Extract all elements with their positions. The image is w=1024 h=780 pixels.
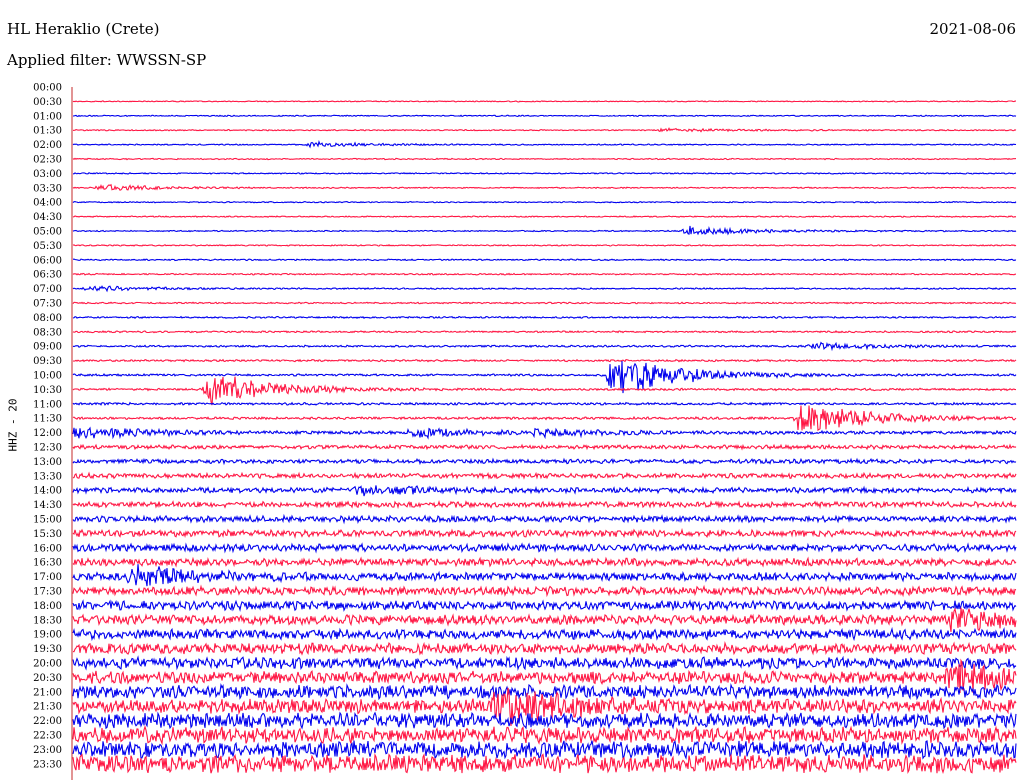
time-tick-label: 01:00	[33, 111, 62, 122]
time-tick-label: 20:00	[33, 659, 62, 670]
time-tick-label: 02:30	[33, 155, 62, 166]
time-tick-label: 08:30	[33, 327, 62, 338]
trace-0400	[72, 200, 1017, 204]
time-tick-label: 11:00	[33, 399, 62, 410]
trace-1630	[72, 556, 1017, 568]
time-tick-label: 16:00	[33, 543, 62, 554]
time-tick-label: 17:00	[33, 572, 62, 583]
time-tick-label: 22:00	[33, 716, 62, 727]
time-tick-label: 02:00	[33, 140, 62, 151]
trace-2300	[72, 740, 1017, 760]
time-tick-label: 05:30	[33, 241, 62, 252]
time-tick-label: 15:30	[33, 529, 62, 540]
time-tick-label: 13:30	[33, 471, 62, 482]
time-tick-label: 21:30	[33, 702, 62, 713]
time-tick-label: 10:00	[33, 371, 62, 382]
time-tick-label: 18:00	[33, 601, 62, 612]
trace-2230	[72, 725, 1017, 746]
time-tick-label: 07:30	[33, 299, 62, 310]
trace-1830	[72, 607, 1017, 632]
trace-0830	[72, 329, 1017, 334]
trace-2100	[72, 682, 1017, 701]
trace-0700	[72, 285, 1017, 293]
seismogram-plot: 00:00 00:30 01:00 01:30 02:00 02:30 03:00 03:30…	[33, 83, 1017, 780]
trace-0600	[72, 258, 1017, 262]
time-tick-label: 14:00	[33, 486, 62, 497]
time-tick-label: 06:30	[33, 270, 62, 281]
time-tick-label: 15:00	[33, 515, 62, 526]
trace-0130	[72, 127, 1017, 133]
trace-1400	[72, 485, 1017, 497]
trace-1900	[72, 626, 1017, 642]
time-tick-label: 00:00	[33, 83, 62, 94]
trace-1300	[72, 457, 1017, 466]
time-tick-label: 16:30	[33, 558, 62, 569]
time-tick-label: 09:30	[33, 356, 62, 367]
time-tick-label: 03:30	[33, 183, 62, 194]
trace-0900	[72, 341, 1017, 352]
trace-0300	[73, 172, 1017, 175]
trace-0500	[72, 225, 1017, 236]
time-tick-label: 04:00	[33, 198, 62, 209]
trace-0200	[72, 139, 1017, 149]
time-tick-label: 19:30	[33, 644, 62, 655]
time-tick-label: 05:00	[33, 227, 62, 238]
time-tick-label: 00:30	[33, 97, 62, 108]
trace-0800	[72, 315, 1017, 320]
trace-1130	[72, 405, 1017, 432]
trace-1500	[72, 513, 1017, 525]
trace-2330	[72, 753, 1017, 775]
time-tick-label: 03:00	[33, 169, 62, 180]
trace-1430	[72, 500, 1017, 510]
trace-0530	[72, 244, 1017, 247]
time-tick-label: 23:00	[33, 745, 62, 756]
time-tick-label: 21:00	[33, 687, 62, 698]
trace-1030	[72, 376, 1016, 406]
trace-1230	[72, 443, 1017, 451]
time-tick-label: 12:00	[33, 428, 62, 439]
time-axis: 00:00 00:30 01:00 01:30 02:00 02:30 03:00 03:30…	[33, 83, 73, 780]
time-tick-label: 23:30	[33, 759, 62, 770]
time-tick-label: 06:00	[33, 255, 62, 266]
time-tick-label: 17:30	[33, 587, 62, 598]
trace-1100	[72, 401, 1017, 407]
trace-1330	[72, 471, 1017, 481]
trace-0100	[72, 114, 1017, 118]
trace-0330	[72, 183, 1017, 191]
time-tick-label: 22:30	[33, 731, 62, 742]
trace-1800	[72, 599, 1017, 612]
trace-1200	[72, 426, 1017, 440]
trace-0930	[72, 358, 1017, 363]
trace-0730	[72, 301, 1017, 305]
trace-1730	[72, 584, 1017, 598]
trace-1700	[72, 564, 1017, 587]
trace-0030	[72, 100, 1016, 103]
time-tick-label: 09:00	[33, 342, 62, 353]
time-tick-label: 11:30	[33, 414, 62, 425]
trace-group	[72, 100, 1017, 775]
time-tick-label: 04:30	[33, 212, 62, 223]
time-tick-label: 18:30	[33, 615, 62, 626]
trace-0630	[72, 272, 1016, 276]
trace-1530	[72, 527, 1017, 539]
trace-2000	[72, 655, 1017, 671]
time-tick-label: 01:30	[33, 126, 62, 137]
trace-0230	[72, 157, 1017, 161]
time-tick-label: 19:00	[33, 630, 62, 641]
time-tick-label: 08:00	[33, 313, 62, 324]
time-tick-label: 14:30	[33, 500, 62, 511]
time-tick-label: 07:00	[33, 284, 62, 295]
trace-1000	[72, 360, 1017, 394]
trace-1600	[72, 542, 1017, 554]
trace-0430	[72, 215, 1017, 218]
time-tick-label: 10:30	[33, 385, 62, 396]
time-tick-label: 13:00	[33, 457, 62, 468]
time-tick-label: 20:30	[33, 673, 62, 684]
time-tick-label: 12:30	[33, 443, 62, 454]
trace-1930	[72, 641, 1017, 656]
